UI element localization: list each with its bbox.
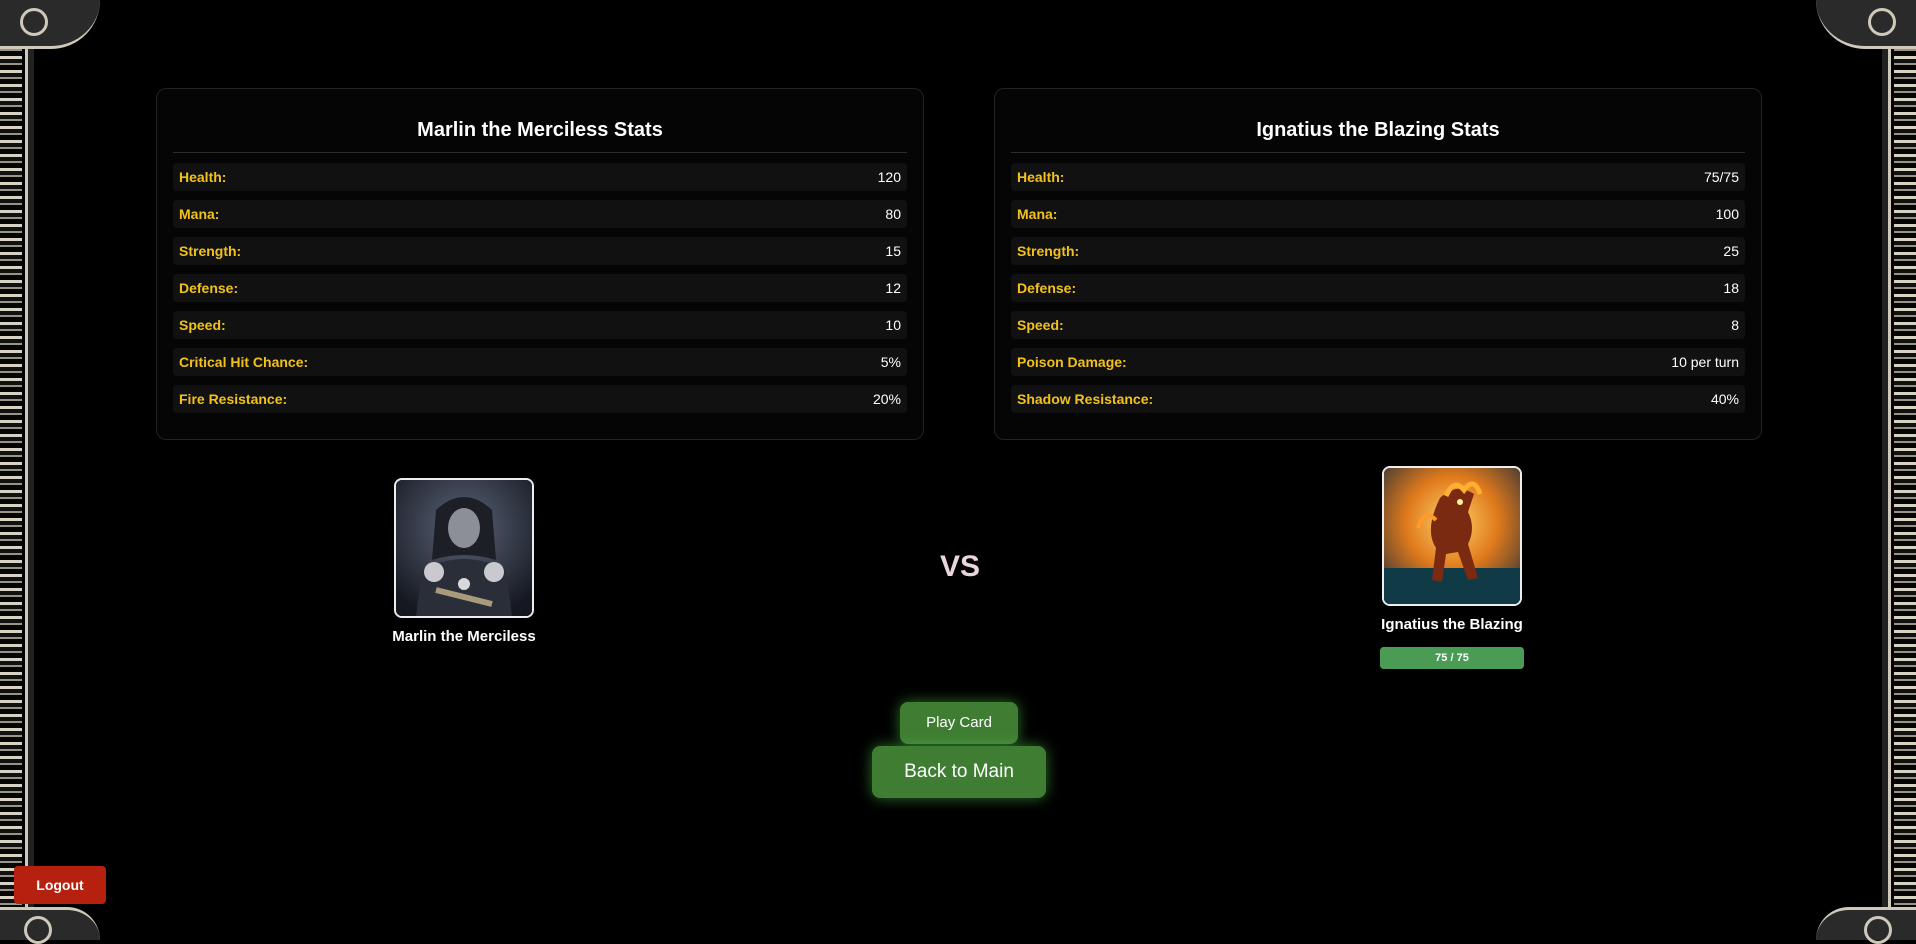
stat-label: Fire Resistance: <box>179 391 288 407</box>
stat-label: Mana: <box>179 206 220 222</box>
stat-row: Health: 120 <box>173 163 907 191</box>
stat-label: Poison Damage: <box>1017 354 1127 370</box>
stat-value: 8 <box>1731 317 1739 333</box>
stat-row: Critical Hit Chance: 5% <box>173 348 907 376</box>
stat-row: Strength: 15 <box>173 237 907 265</box>
stat-row: Mana: 80 <box>173 200 907 228</box>
stat-row: Shadow Resistance: 40% <box>1011 385 1745 413</box>
stat-label: Health: <box>179 169 227 185</box>
logout-button[interactable]: Logout <box>14 866 106 904</box>
stat-value: 15 <box>885 243 901 259</box>
stat-value: 25 <box>1723 243 1739 259</box>
stat-value: 100 <box>1715 206 1739 222</box>
stat-label: Strength: <box>179 243 242 259</box>
stat-value: 5% <box>880 354 901 370</box>
stat-value: 75/75 <box>1703 169 1739 185</box>
stat-value: 40% <box>1710 391 1739 407</box>
opponent-stats-panel: Ignatius the Blazing Stats Health: 75/75 … <box>994 88 1762 440</box>
stat-row: Defense: 18 <box>1011 274 1745 302</box>
stat-row: Defense: 12 <box>173 274 907 302</box>
stat-value: 10 <box>885 317 901 333</box>
warrior-portrait-image <box>396 480 532 616</box>
player-portrait <box>394 478 534 618</box>
player-stats-panel: Marlin the Merciless Stats Health: 120 Ma… <box>156 88 924 440</box>
stat-value: 10 per turn <box>1671 354 1739 370</box>
stat-row: Health: 75/75 <box>1011 163 1745 191</box>
stat-row: Fire Resistance: 20% <box>173 385 907 413</box>
ornate-corner-top-right <box>1816 0 1916 49</box>
vs-label: VS <box>940 550 981 583</box>
ornate-border-left <box>0 0 34 940</box>
fire-beast-portrait-image <box>1384 468 1520 604</box>
stat-label: Speed: <box>179 317 226 333</box>
opponent-portrait <box>1382 466 1522 606</box>
back-to-main-button[interactable]: Back to Main <box>872 746 1046 798</box>
opponent-name: Ignatius the Blazing <box>1381 616 1523 633</box>
stat-label: Defense: <box>1017 280 1077 296</box>
stat-label: Speed: <box>1017 317 1064 333</box>
stat-row: Speed: 10 <box>173 311 907 339</box>
stat-row: Poison Damage: 10 per turn <box>1011 348 1745 376</box>
ornate-border-right <box>1882 0 1916 940</box>
opponent-health-bar: 75 / 75 <box>1380 647 1524 669</box>
stat-label: Health: <box>1017 169 1065 185</box>
ornate-corner-bottom-left <box>0 907 100 944</box>
stat-value: 18 <box>1723 280 1739 296</box>
stat-value: 120 <box>877 169 901 185</box>
player-stats-title: Marlin the Merciless Stats <box>173 119 907 153</box>
stat-label: Shadow Resistance: <box>1017 391 1154 407</box>
ornate-corner-bottom-right <box>1816 907 1916 944</box>
health-bar-text: 75 / 75 <box>1435 652 1469 664</box>
stat-row: Strength: 25 <box>1011 237 1745 265</box>
stat-label: Strength: <box>1017 243 1080 259</box>
play-card-button[interactable]: Play Card <box>900 702 1018 744</box>
player-card[interactable]: Marlin the Merciless <box>384 478 544 645</box>
stat-label: Mana: <box>1017 206 1058 222</box>
ornate-corner-top-left <box>0 0 100 49</box>
opponent-stats-title: Ignatius the Blazing Stats <box>1011 119 1745 153</box>
stat-row: Speed: 8 <box>1011 311 1745 339</box>
stat-row: Mana: 100 <box>1011 200 1745 228</box>
stat-value: 80 <box>885 206 901 222</box>
stat-label: Critical Hit Chance: <box>179 354 309 370</box>
stat-label: Defense: <box>179 280 239 296</box>
opponent-card[interactable]: Ignatius the Blazing 75 / 75 <box>1372 466 1532 669</box>
player-name: Marlin the Merciless <box>392 628 536 645</box>
stat-value: 20% <box>872 391 901 407</box>
stat-value: 12 <box>885 280 901 296</box>
